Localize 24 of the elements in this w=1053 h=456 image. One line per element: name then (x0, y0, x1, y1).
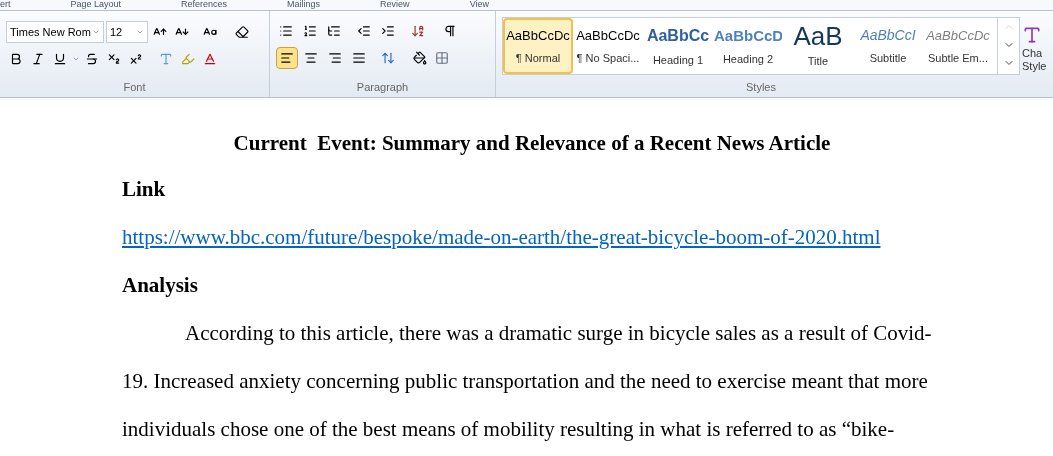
style-option[interactable]: AaBbCcDc Subtle Em... (923, 18, 993, 74)
section-heading: Analysis (122, 272, 199, 299)
group-label: Font (122, 79, 147, 95)
font-name-dropdown[interactable]: Times New Rom (6, 21, 104, 43)
ribbon-tab[interactable]: ert (0, 0, 11, 12)
style-option[interactable]: AaBbCcI Subtitle (853, 18, 923, 74)
group-label: Styles (745, 79, 777, 95)
body-paragraph: According to this article, there was a dramatic surge in bicycle sales as a result of Covid-19. Increased anxiety concerning public transportation and the need to exercise meant that more individuals chose one of the best means of mobility resulting in what is referred to as “bike- (122, 320, 933, 443)
group-label: Paragraph (355, 79, 410, 95)
style-option[interactable]: AaBbCcD Heading 2 (713, 18, 783, 74)
style-option[interactable]: AaBbCcDc ¶ Normal (503, 18, 573, 74)
ribbon-tab[interactable]: Mailings (287, 0, 321, 12)
ribbon-tab[interactable]: Review (380, 0, 410, 12)
ribbon-tab[interactable]: View (469, 0, 489, 12)
ribbon-tab[interactable]: Page Layout (70, 0, 122, 12)
ribbon-tab[interactable]: References (181, 0, 228, 12)
change-styles-button[interactable]: Cha Style (1022, 11, 1047, 97)
style-option[interactable]: AaBbCc Heading 1 (643, 18, 713, 74)
style-option[interactable]: AaB Title (783, 18, 853, 74)
section-heading: Link (122, 176, 167, 203)
document-title: Current Event: Summary and Relevance of a Recent News Article (232, 130, 832, 156)
font-size-dropdown[interactable]: 12 (106, 21, 148, 43)
style-option[interactable]: AaBbCcDc ¶ No Spaci... (573, 18, 643, 74)
article-link[interactable]: https://www.bbc.com/future/bespoke/made-on-earth/the-great-bicycle-boom-of-2020.html (122, 225, 881, 249)
